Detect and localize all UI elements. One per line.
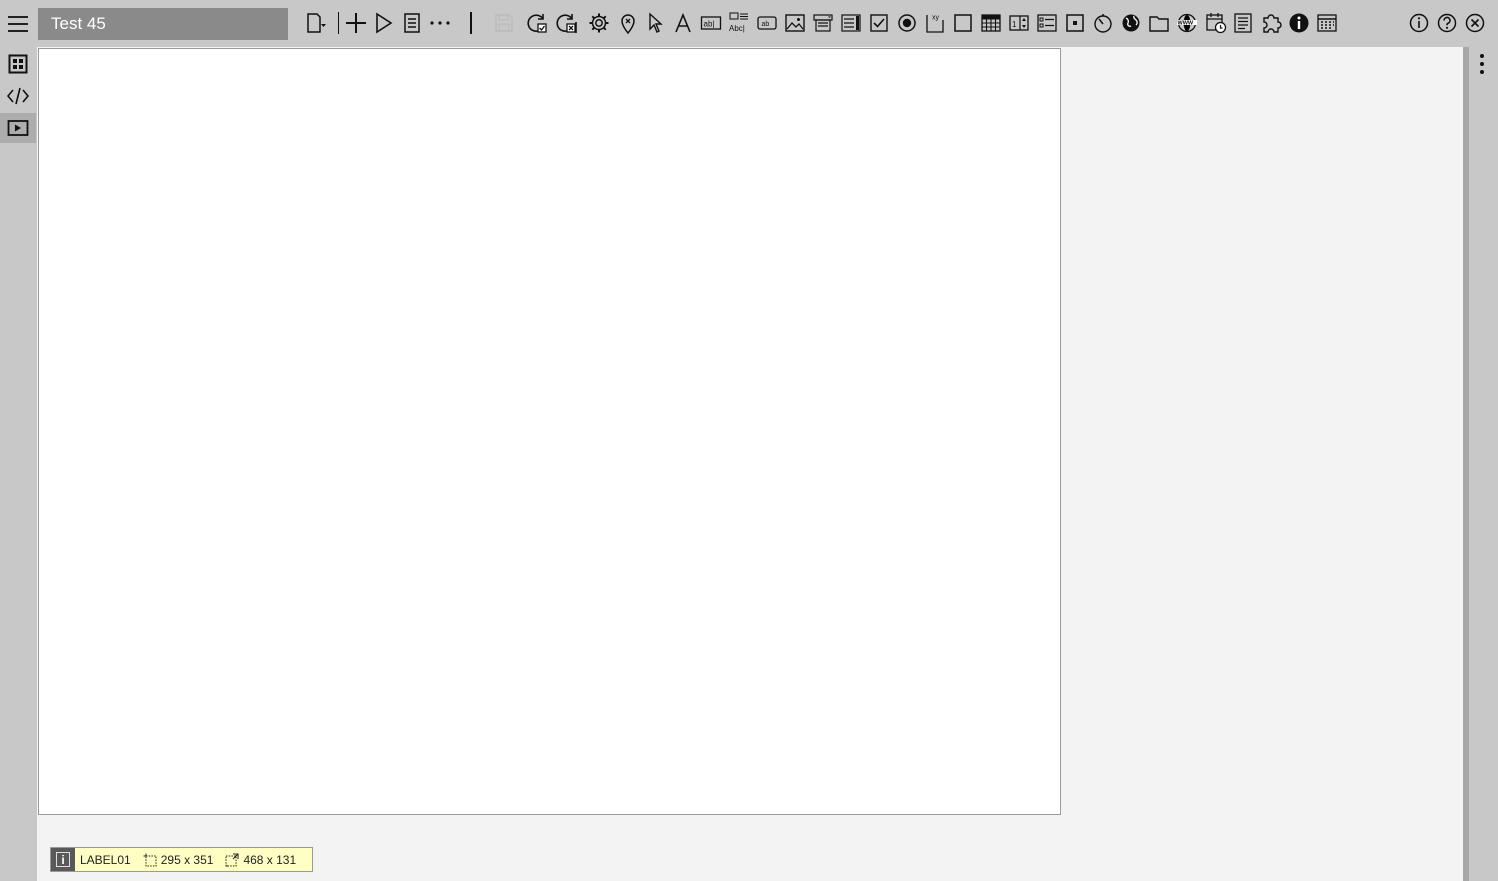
pointer-cursor-icon[interactable] — [642, 9, 670, 37]
spinner-tool-icon[interactable]: 1 — [1005, 9, 1033, 37]
location-pin-icon[interactable] — [614, 9, 642, 37]
status-info-icon[interactable]: i — [51, 848, 75, 871]
rail-divider[interactable] — [1463, 47, 1469, 881]
more-horizontal-icon[interactable] — [426, 9, 454, 37]
memo-tool-icon[interactable] — [1229, 9, 1257, 37]
add-icon[interactable] — [342, 9, 370, 37]
globe-tool-icon[interactable] — [1117, 9, 1145, 37]
svg-text:ab|: ab| — [704, 20, 715, 29]
grid-tool-icon[interactable] — [977, 9, 1005, 37]
refresh-check-icon[interactable] — [523, 9, 551, 37]
folder-tool-icon[interactable] — [1145, 9, 1173, 37]
text-tool-icon[interactable] — [669, 9, 697, 37]
play-icon[interactable] — [369, 9, 397, 37]
frame-tool-icon[interactable] — [949, 9, 977, 37]
image-tool-icon[interactable] — [781, 9, 809, 37]
form-designer-icon[interactable] — [0, 49, 36, 79]
chart-xy-tool-icon[interactable]: xy — [921, 9, 949, 37]
combobox-tool-icon[interactable] — [809, 9, 837, 37]
save-disabled-icon — [490, 9, 518, 37]
checklist-tool-icon[interactable] — [1033, 9, 1061, 37]
svg-text:1: 1 — [1012, 20, 1017, 29]
left-rail — [0, 0, 36, 881]
close-icon[interactable] — [1461, 9, 1489, 37]
plugin-puzzle-icon[interactable] — [1257, 9, 1285, 37]
list-icon[interactable] — [398, 9, 426, 37]
refresh-cancel-icon[interactable] — [552, 9, 580, 37]
hamburger-menu-icon[interactable] — [0, 9, 36, 39]
run-preview-icon[interactable] — [0, 113, 36, 143]
timer-tool-icon[interactable] — [1089, 9, 1117, 37]
selected-control-name: LABEL01 — [80, 852, 131, 867]
button-tool-icon[interactable]: ab — [753, 9, 781, 37]
position-icon — [143, 853, 157, 866]
container-tool-icon[interactable] — [1061, 9, 1089, 37]
selected-control-size: 468 x 131 — [243, 852, 297, 867]
about-info-icon[interactable] — [1405, 9, 1433, 37]
toolbar-separator — [338, 12, 339, 34]
right-properties-rail — [1463, 47, 1498, 881]
settings-gear-icon[interactable] — [585, 9, 613, 37]
calendar-tool-icon[interactable] — [1313, 9, 1341, 37]
textbox-tool-icon[interactable]: ab| — [697, 9, 725, 37]
form-canvas[interactable] — [38, 48, 1061, 815]
scheduler-tool-icon[interactable] — [1202, 9, 1230, 37]
image-text-tool-icon[interactable]: Abc| — [725, 9, 753, 37]
svg-text:Abc|: Abc| — [729, 24, 745, 33]
svg-text:xy: xy — [932, 15, 940, 22]
project-title[interactable]: Test 45 — [38, 8, 288, 40]
toolbar-separator — [470, 12, 472, 34]
web-browser-tool-icon[interactable]: WWW — [1173, 9, 1201, 37]
listbox-tool-icon[interactable] — [837, 9, 865, 37]
checkbox-tool-icon[interactable] — [865, 9, 893, 37]
new-form-icon[interactable] — [302, 9, 330, 37]
code-icon[interactable] — [0, 81, 36, 111]
help-icon[interactable] — [1433, 9, 1461, 37]
selected-control-position: 295 x 351 — [160, 852, 214, 867]
size-icon — [225, 853, 239, 866]
radio-button-tool-icon[interactable] — [893, 9, 921, 37]
svg-text:ab: ab — [762, 21, 770, 28]
info-filled-icon[interactable] — [1285, 9, 1313, 37]
more-vertical-icon[interactable] — [1470, 50, 1494, 78]
svg-text:WWW: WWW — [1178, 21, 1194, 27]
selection-status-bar: i LABEL01 295 x 351 468 x 131 — [50, 847, 313, 872]
